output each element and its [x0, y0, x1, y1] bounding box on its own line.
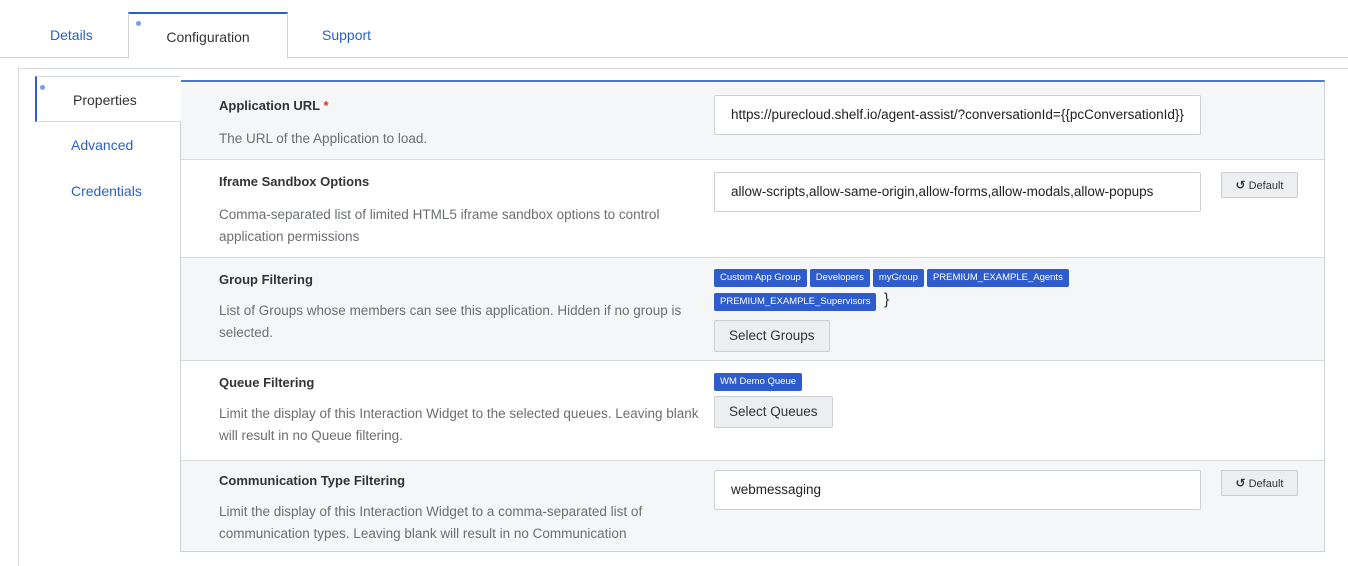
row-iframe-sandbox: Iframe Sandbox Options Comma-separated l… — [181, 160, 1324, 258]
undo-icon: ↺ — [1235, 476, 1246, 490]
group-chip: myGroup — [872, 269, 924, 287]
subtab-advanced[interactable]: Advanced — [35, 122, 180, 168]
communication-type-input[interactable]: webmessaging — [714, 470, 1201, 510]
queue-filtering-desc: Limit the display of this Interaction Wi… — [219, 406, 699, 443]
iframe-sandbox-desc: Comma-separated list of limited HTML5 if… — [219, 207, 660, 244]
tab-support[interactable]: Support — [288, 12, 408, 59]
application-url-input[interactable]: https://purecloud.shelf.io/agent-assist/… — [714, 95, 1201, 135]
communication-type-title: Communication Type Filtering — [219, 473, 406, 488]
properties-table: Application URL * The URL of the Applica… — [180, 80, 1325, 552]
tab-details[interactable]: Details — [28, 12, 118, 59]
group-chips: Custom App Group Developers myGroup PREMIUM… — [714, 267, 1254, 315]
queue-chips: WM Demo Queue — [714, 371, 1254, 395]
required-asterisk: * — [323, 98, 329, 113]
modified-dot-icon — [40, 85, 45, 90]
subtab-credentials[interactable]: Credentials — [35, 168, 180, 214]
group-chip: Developers — [809, 269, 870, 287]
select-groups-button[interactable]: Select Groups — [714, 320, 830, 352]
row-group-filtering: Group Filtering List of Groups whose mem… — [181, 258, 1324, 361]
row-application-url: Application URL * The URL of the Applica… — [181, 82, 1324, 160]
top-tab-bar: Details Configuration Support — [0, 0, 1348, 59]
iframe-sandbox-input[interactable]: allow-scripts,allow-same-origin,allow-fo… — [714, 172, 1201, 212]
config-subtabs: Properties Advanced Credentials — [35, 76, 181, 214]
modified-dot-icon — [136, 21, 141, 26]
tab-configuration[interactable]: Configuration — [128, 12, 288, 59]
group-filtering-desc: List of Groups whose members can see thi… — [219, 303, 682, 340]
group-filtering-title: Group Filtering — [219, 272, 313, 287]
comm-default-button[interactable]: ↺ Default — [1221, 470, 1298, 496]
queue-chip: WM Demo Queue — [714, 373, 803, 391]
sandbox-default-label: Default — [1248, 180, 1284, 192]
group-chip: PREMIUM_EXAMPLE_Supervisors — [714, 293, 877, 311]
subtab-properties-label: Properties — [73, 92, 137, 108]
tab-configuration-label: Configuration — [166, 29, 250, 45]
communication-type-desc: Limit the display of this Interaction Wi… — [219, 504, 643, 541]
application-url-title-text: Application URL — [219, 98, 320, 113]
row-communication-type: Communication Type Filtering Limit the d… — [181, 461, 1324, 551]
subtab-properties[interactable]: Properties — [35, 76, 181, 122]
select-queues-button[interactable]: Select Queues — [714, 396, 833, 428]
comm-default-label: Default — [1248, 478, 1284, 490]
row-queue-filtering: Queue Filtering Limit the display of thi… — [181, 361, 1324, 461]
group-chip: Custom App Group — [714, 269, 807, 287]
sandbox-default-button[interactable]: ↺ Default — [1221, 172, 1298, 198]
group-chip: PREMIUM_EXAMPLE_Agents — [926, 269, 1069, 287]
undo-icon: ↺ — [1235, 178, 1246, 192]
application-url-title: Application URL * — [219, 98, 329, 113]
iframe-sandbox-title: Iframe Sandbox Options — [219, 174, 370, 189]
queue-filtering-title: Queue Filtering — [219, 375, 315, 390]
application-url-desc: The URL of the Application to load. — [219, 131, 428, 146]
